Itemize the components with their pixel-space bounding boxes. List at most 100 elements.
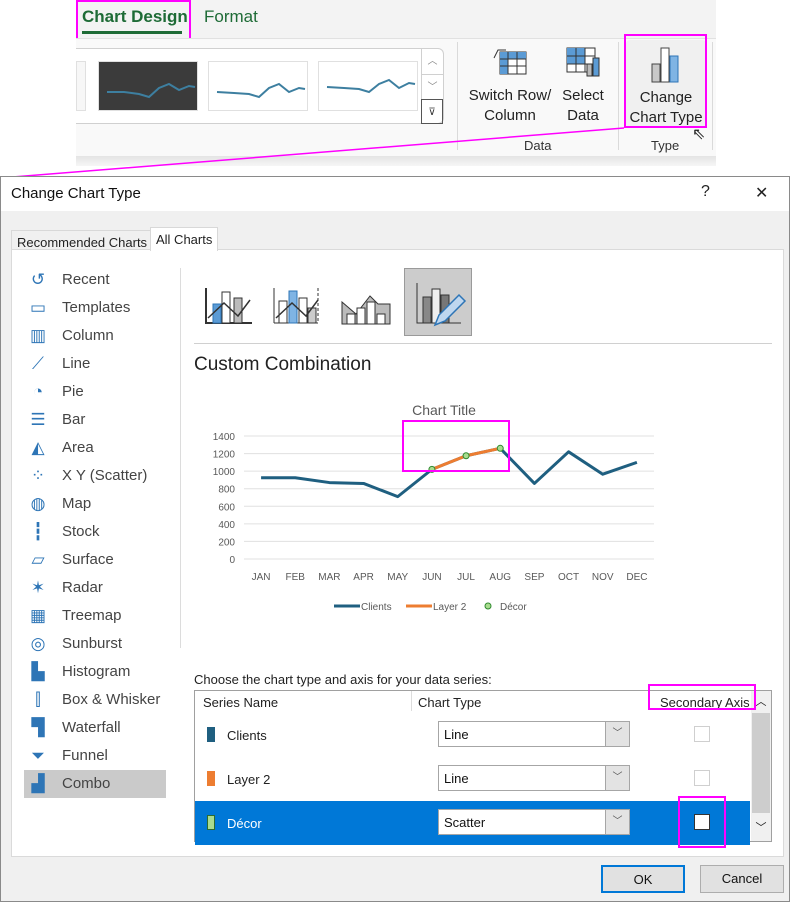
sidebar-item-label: Sunburst: [62, 635, 123, 652]
area-column-icon[interactable]: [330, 268, 398, 336]
sidebar-item-waterfall[interactable]: ▜ Waterfall: [24, 714, 166, 742]
highlight-secondary-axis-header: [648, 684, 756, 710]
section-title: Custom Combination: [194, 354, 372, 375]
radar-icon: ✶: [30, 578, 46, 597]
sidebar-item-column[interactable]: ▥ Column: [24, 322, 166, 350]
y-tick-label: 200: [218, 537, 235, 548]
secondary-axis-checkbox[interactable]: [694, 770, 710, 786]
sidebar-item-label: Combo: [62, 775, 111, 792]
sidebar-item-combo[interactable]: ▟ Combo: [24, 770, 166, 798]
line-icon: ⟋: [32, 354, 44, 373]
sidebar-item-funnel[interactable]: ⏷ Funnel: [24, 742, 166, 770]
sidebar-item-templates[interactable]: ▭ Templates: [24, 294, 166, 322]
sidebar-item-label: Templates: [62, 299, 131, 316]
tab-all-charts[interactable]: All Charts: [150, 227, 219, 251]
column-line-secondary-axis-icon[interactable]: [262, 268, 330, 336]
sunburst-icon: ◎: [30, 634, 46, 653]
chart-type-value: Scatter: [444, 815, 486, 830]
close-button[interactable]: ✕: [755, 183, 768, 203]
y-tick-label: 1400: [213, 432, 236, 443]
sidebar-item-pie[interactable]: ◔ Pie: [24, 378, 166, 406]
section-divider: [194, 343, 772, 344]
x-tick-label: JUN: [422, 572, 441, 583]
cancel-button[interactable]: Cancel: [700, 865, 784, 893]
highlight-decor-checkbox: [678, 796, 726, 848]
sidebar-item-label: Box & Whisker: [62, 691, 161, 708]
secondary-axis-checkbox[interactable]: [694, 726, 710, 742]
chart-type-select[interactable]: Scatter ﹀: [438, 809, 630, 835]
chevron-down-icon[interactable]: ﹀: [605, 766, 629, 790]
chart-title: Chart Title: [412, 402, 476, 418]
series-row[interactable]: Clients Line ﹀: [195, 713, 750, 757]
sidebar-item-area[interactable]: ◭ Area: [24, 434, 166, 462]
sidebar-item-label: Bar: [62, 411, 86, 428]
sidebar-item-label: Waterfall: [62, 719, 121, 736]
templates-icon: ▭: [29, 298, 47, 317]
sidebar-item-bar[interactable]: ☰ Bar: [24, 406, 166, 434]
x-tick-label: AUG: [489, 572, 511, 583]
sidebar-item-box-whisker[interactable]: ⫿ Box & Whisker: [24, 686, 166, 714]
sidebar-item-histogram[interactable]: ▙ Histogram: [24, 658, 166, 686]
sidebar-item-label: Pie: [62, 383, 84, 400]
help-button[interactable]: ?: [701, 183, 710, 201]
x-tick-label: MAY: [387, 572, 408, 583]
legend-label: Décor: [500, 602, 527, 613]
pie-icon: ◔: [32, 382, 44, 401]
box-whisker-icon: ⫿: [35, 690, 41, 709]
chevron-down-icon[interactable]: ﹀: [605, 810, 629, 834]
all-charts-panel: ↺ Recent ▭ Templates ▥ Column ⟋ Line ◔ Pie ☰ Bar ◭ Ar…: [11, 249, 784, 857]
ok-button[interactable]: OK: [601, 865, 685, 893]
series-row[interactable]: Layer 2 Line ﹀: [195, 757, 750, 801]
chart-type-select[interactable]: Line ﹀: [438, 765, 630, 791]
x-tick-label: FEB: [286, 572, 306, 583]
legend-label: Layer 2: [433, 602, 467, 613]
header-chart-type: Chart Type: [418, 695, 482, 710]
dialog-title-bar: Change Chart Type ? ✕: [1, 177, 789, 211]
column-icon: ▥: [29, 326, 47, 345]
sidebar-item-label: Surface: [62, 551, 114, 568]
sidebar-item-stock[interactable]: ┇ Stock: [24, 518, 166, 546]
change-chart-type-dialog: Change Chart Type ? ✕ Recommended Charts…: [0, 176, 790, 902]
scroll-down-arrow[interactable]: ﹀: [751, 819, 771, 835]
sidebar-item-sunburst[interactable]: ◎ Sunburst: [24, 630, 166, 658]
series-color-swatch: [207, 727, 215, 742]
chevron-down-icon[interactable]: ﹀: [605, 722, 629, 746]
scroll-thumb[interactable]: [752, 713, 770, 813]
legend-swatch: [484, 602, 492, 610]
sidebar-item-treemap[interactable]: ▦ Treemap: [24, 602, 166, 630]
sidebar-item-scatter[interactable]: ⁘ X Y (Scatter): [24, 462, 166, 490]
x-tick-label: NOV: [592, 572, 614, 583]
x-tick-label: MAR: [318, 572, 340, 583]
highlight-layer2-segment: [402, 420, 510, 472]
custom-combination-icon[interactable]: [404, 268, 472, 336]
map-icon: ◍: [30, 494, 46, 513]
area-icon: ◭: [31, 438, 45, 457]
funnel-icon: ⏷: [31, 746, 45, 765]
sidebar-item-line[interactable]: ⟋ Line: [24, 350, 166, 378]
series-name: Décor: [227, 816, 262, 831]
bar-icon: ☰: [30, 410, 46, 429]
y-tick-label: 1200: [213, 450, 236, 461]
clustered-column-line-icon[interactable]: [194, 268, 262, 336]
x-tick-label: JUL: [457, 572, 475, 583]
sidebar-item-label: Histogram: [62, 663, 131, 680]
y-tick-label: 800: [218, 485, 235, 496]
sidebar-item-radar[interactable]: ✶ Radar: [24, 574, 166, 602]
y-tick-label: 1000: [213, 467, 236, 478]
chart-type-select[interactable]: Line ﹀: [438, 721, 630, 747]
x-tick-label: OCT: [558, 572, 579, 583]
sidebar-item-map[interactable]: ◍ Map: [24, 490, 166, 518]
series-color-swatch: [207, 815, 215, 830]
x-tick-label: JAN: [252, 572, 271, 583]
series-color-swatch: [207, 771, 215, 786]
chart-type-value: Line: [444, 771, 469, 786]
dialog-title: Change Chart Type: [11, 185, 141, 202]
y-tick-label: 600: [218, 502, 235, 513]
sidebar-item-surface[interactable]: ▱ Surface: [24, 546, 166, 574]
sidebar-item-recent[interactable]: ↺ Recent: [24, 266, 166, 294]
grid-scrollbar[interactable]: ︿ ﹀: [751, 691, 771, 841]
sidebar-item-label: Column: [62, 327, 114, 344]
series-name: Layer 2: [227, 772, 271, 787]
series-row[interactable]: Décor Scatter ﹀: [195, 801, 750, 845]
sidebar-item-label: Area: [62, 439, 94, 456]
